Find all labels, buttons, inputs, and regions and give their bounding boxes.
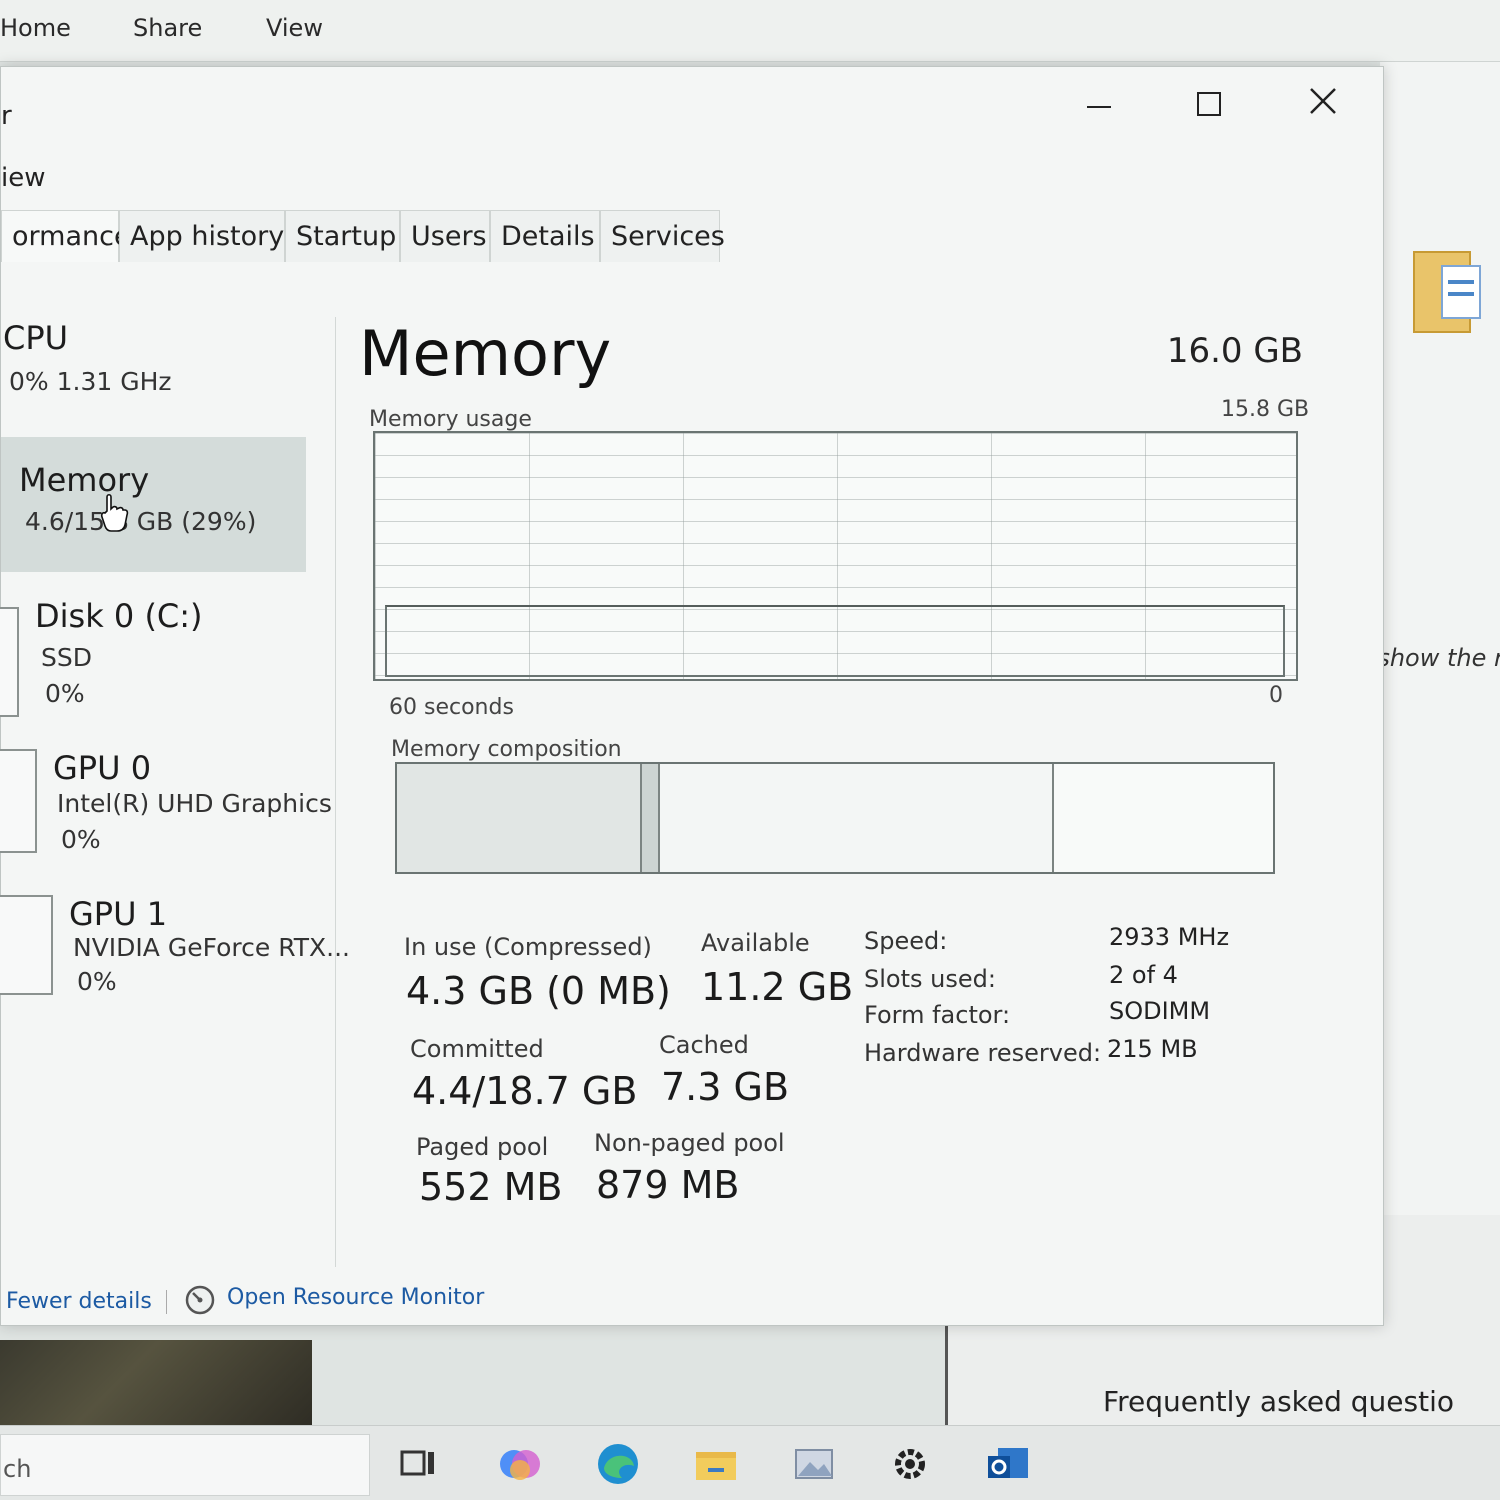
graph-time-label: 60 seconds <box>389 695 514 720</box>
committed-value: 4.4/18.7 GB <box>412 1069 638 1113</box>
memory-usage-label: Memory usage <box>369 407 532 432</box>
disk-usage: 0% <box>45 679 85 708</box>
ribbon-tab-share[interactable]: Share <box>133 14 202 42</box>
tab-strip: ormance App history Startup Users Detail… <box>1 210 725 262</box>
close-icon[interactable] <box>1293 81 1353 131</box>
hardware-reserved-value: 215 MB <box>1107 1035 1198 1063</box>
menu-view[interactable]: iew <box>1 163 45 193</box>
speed-label: Speed: <box>864 927 948 955</box>
minimize-icon[interactable] <box>1069 81 1129 131</box>
nonpaged-pool-label: Non-paged pool <box>594 1129 785 1157</box>
sidebar-item-gpu1[interactable]: GPU 1 NVIDIA GeForce RTX... 0% <box>0 895 350 1015</box>
memory-composition-bar <box>395 762 1275 874</box>
composition-segment <box>642 764 660 872</box>
hardware-reserved-label: Hardware reserved: <box>864 1039 1102 1067</box>
tab-app-history[interactable]: App history <box>119 210 285 262</box>
ribbon-tab-view[interactable]: View <box>266 14 323 42</box>
tab-details[interactable]: Details <box>490 210 600 262</box>
committed-label: Committed <box>410 1035 544 1063</box>
title-fragment: r <box>1 101 12 131</box>
form-factor-value: SODIMM <box>1109 997 1211 1025</box>
gpu0-thumbnail <box>0 749 37 853</box>
disk-type: SSD <box>41 643 92 672</box>
outlook-icon[interactable] <box>984 1440 1032 1488</box>
tab-performance[interactable]: ormance <box>1 210 131 262</box>
sidebar-item-memory[interactable]: Memory 4.6/15.8 GB (29%) <box>1 437 306 572</box>
slots-value: 2 of 4 <box>1109 961 1178 989</box>
slots-label: Slots used: <box>864 965 996 993</box>
tab-users[interactable]: Users <box>400 210 490 262</box>
form-factor-label: Form factor: <box>864 1001 1011 1029</box>
settings-gear-icon[interactable] <box>886 1440 934 1488</box>
gpu0-title: GPU 0 <box>53 749 152 787</box>
available-value: 11.2 GB <box>701 965 854 1009</box>
memory-total: 16.0 GB <box>1166 331 1303 371</box>
sidebar-item-cpu[interactable]: CPU 0% 1.31 GHz <box>1 317 301 427</box>
task-view-icon[interactable] <box>396 1440 444 1488</box>
explorer-ribbon: Home Share View <box>0 0 1500 62</box>
paged-pool-label: Paged pool <box>416 1133 549 1161</box>
taskbar-search-box[interactable]: ch <box>0 1434 370 1496</box>
taskbar-search-text: ch <box>3 1455 32 1483</box>
ribbon-tab-home[interactable]: Home <box>0 14 71 42</box>
task-manager-window: r iew ormance App history Startup Users … <box>0 66 1384 1326</box>
composition-segment <box>1053 764 1273 872</box>
maximize-icon[interactable] <box>1179 81 1239 131</box>
graph-zero-label: 0 <box>1269 683 1283 708</box>
paged-pool-value: 552 MB <box>419 1165 563 1209</box>
memory-usage-graph-fill <box>385 605 1285 677</box>
in-use-label: In use (Compressed) <box>404 933 652 961</box>
taskbar: ch <box>0 1425 1500 1500</box>
gpu0-name: Intel(R) UHD Graphics <box>57 789 332 818</box>
memory-composition-label: Memory composition <box>391 737 622 762</box>
cached-value: 7.3 GB <box>661 1065 790 1109</box>
task-manager-footer: Fewer details Open Resource Monitor <box>1 1272 1301 1322</box>
performance-sidebar: CPU 0% 1.31 GHz Memory 4.6/15.8 GB (29%)… <box>0 317 350 1267</box>
sidebar-item-disk[interactable]: Disk 0 (C:) SSD 0% <box>0 597 321 727</box>
gpu0-usage: 0% <box>61 825 101 854</box>
file-explorer-icon[interactable] <box>692 1440 740 1488</box>
disk-title: Disk 0 (C:) <box>35 597 203 635</box>
cpu-subtitle: 0% 1.31 GHz <box>9 367 172 396</box>
composition-segment <box>397 764 643 872</box>
tab-services[interactable]: Services <box>600 210 725 262</box>
cpu-title: CPU <box>3 319 69 357</box>
in-use-value: 4.3 GB (0 MB) <box>406 969 671 1013</box>
memory-usage-max: 15.8 GB <box>1221 397 1310 422</box>
hand-cursor-icon <box>100 493 129 532</box>
composition-segment <box>659 764 1054 872</box>
open-resource-monitor-link[interactable]: Open Resource Monitor <box>227 1285 484 1310</box>
gpu1-thumbnail <box>0 895 53 995</box>
explorer-content-pane: e'll show the r <box>1335 62 1500 1222</box>
tab-startup[interactable]: Startup <box>285 210 400 262</box>
gpu1-name: NVIDIA GeForce RTX... <box>73 933 350 962</box>
background-photo <box>0 1340 312 1430</box>
memory-subtitle: 4.6/15.8 GB (29%) <box>25 507 257 536</box>
cached-label: Cached <box>659 1031 749 1059</box>
footer-separator <box>166 1290 167 1314</box>
page-title: Memory <box>359 317 612 390</box>
fewer-details-link[interactable]: Fewer details <box>6 1289 152 1314</box>
copilot-icon[interactable] <box>496 1440 544 1488</box>
photos-icon[interactable] <box>790 1440 838 1488</box>
resource-monitor-icon[interactable] <box>184 1284 216 1316</box>
edge-browser-icon[interactable] <box>594 1440 642 1488</box>
sidebar-item-gpu0[interactable]: GPU 0 Intel(R) UHD Graphics 0% <box>0 749 332 869</box>
available-label: Available <box>701 929 810 957</box>
disk-thumbnail <box>0 607 19 717</box>
gpu1-usage: 0% <box>77 967 117 996</box>
folder-icon <box>1413 251 1481 333</box>
memory-title: Memory <box>19 461 150 499</box>
speed-value: 2933 MHz <box>1109 923 1230 951</box>
faq-heading: Frequently asked questio <box>1103 1385 1454 1418</box>
nonpaged-pool-value: 879 MB <box>596 1163 740 1207</box>
gpu1-title: GPU 1 <box>69 895 168 933</box>
